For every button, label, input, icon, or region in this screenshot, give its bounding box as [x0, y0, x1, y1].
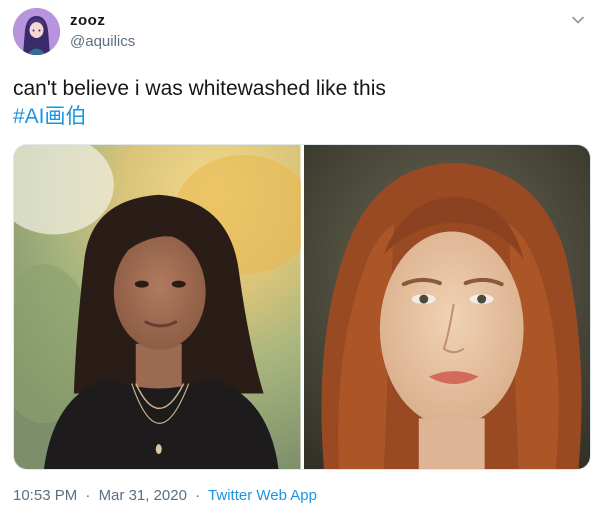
- tweet-date[interactable]: Mar 31, 2020: [99, 487, 187, 504]
- ai-painted-portrait[interactable]: [303, 145, 590, 469]
- hashtag-link[interactable]: #AI画伯: [13, 104, 87, 130]
- tweet-card: zooz @aquilics can't believe i was white…: [0, 0, 600, 517]
- source-link[interactable]: Twitter Web App: [208, 487, 317, 504]
- anime-girl-avatar-icon: [13, 8, 60, 55]
- meta-separator: ·: [195, 487, 201, 504]
- original-photo-image: [14, 145, 301, 469]
- ai-portrait-image: [303, 145, 590, 469]
- display-name[interactable]: zooz: [70, 12, 105, 29]
- tweet-meta: 10:53 PM · Mar 31, 2020 · Twitter Web Ap…: [13, 487, 317, 504]
- user-avatar[interactable]: [13, 8, 60, 55]
- tweet-text: can't believe i was whitewashed like thi…: [13, 77, 386, 100]
- original-photo[interactable]: [14, 145, 301, 469]
- user-handle[interactable]: @aquilics: [70, 33, 135, 50]
- media-grid: [13, 144, 591, 470]
- meta-separator: ·: [85, 487, 91, 504]
- chevron-down-icon[interactable]: [570, 12, 586, 28]
- tweet-time[interactable]: 10:53 PM: [13, 487, 77, 504]
